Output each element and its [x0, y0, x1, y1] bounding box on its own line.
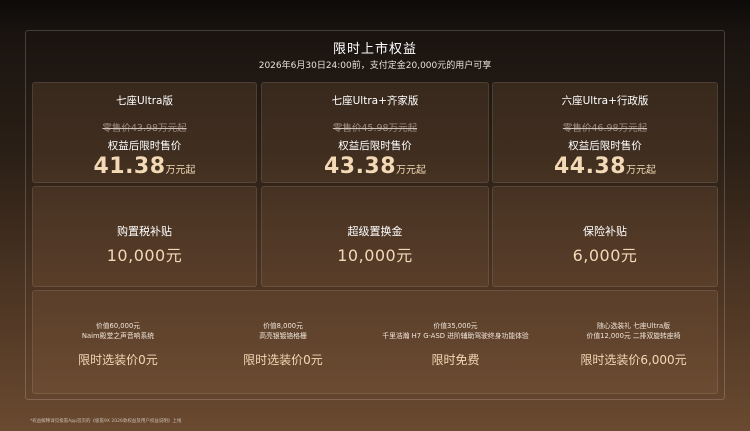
limited-price: 43.38万元起: [262, 154, 488, 179]
after-benefit-label: 权益后限时售价: [338, 140, 412, 152]
price-unit: 万元起: [626, 165, 657, 176]
subsidy-label: 购置税补贴: [117, 225, 172, 238]
option-chrome-grille: 价值8,000元 高亮银镀铬格栅 限时选装价0元: [203, 291, 363, 368]
option-name: 千里浩瀚 H7 G-ASD 进阶辅助驾驶终身功能体验: [382, 332, 529, 340]
retail-price: 零售价43.98万元起: [102, 123, 187, 134]
price-card-seven-ultra-plus: 七座Ultra+齐家版 零售价45.98万元起 权益后限时售价 43.38万元起: [261, 82, 489, 183]
after-benefit-label: 权益后限时售价: [107, 140, 182, 152]
model-name: 七座Ultra+齐家版: [331, 95, 419, 107]
option-name: Naim殿堂之声音响系统: [81, 332, 155, 340]
model-name: 七座Ultra版: [116, 95, 173, 107]
subsidy-card-purchase-tax: 购置税补贴 10,000元: [32, 186, 257, 287]
options-panel: 价值60,000元 Naim殿堂之声音响系统 限时选装价0元 价值8,000元 …: [32, 290, 718, 394]
option-offer: 限时选装价0元: [243, 353, 323, 367]
limited-price: 44.38万元起: [493, 154, 717, 179]
price-unit: 万元起: [165, 165, 196, 176]
subsidy-amount: 10,000元: [337, 246, 413, 265]
option-value: 价值60,000元: [95, 322, 141, 330]
retail-price: 零售价45.98万元起: [332, 123, 418, 134]
page-title: 限时上市权益: [332, 42, 417, 57]
price-card-seven-ultra: 七座Ultra版 零售价43.98万元起 权益后限时售价 41.38万元起: [32, 82, 257, 183]
option-name: 价值12,000元 二排双旋转座椅: [586, 332, 681, 340]
option-value: 价值8,000元: [263, 322, 303, 330]
subsidy-label: 超级置换金: [347, 225, 403, 238]
retail-price: 零售价46.98万元起: [562, 123, 648, 134]
option-rotating-seats: 随心选装礼 七座Ultra版 价值12,000元 二排双旋转座椅 限时选装价6,…: [548, 291, 719, 368]
model-name: 六座Ultra+行政版: [561, 95, 649, 107]
price-card-six-ultra-plus: 六座Ultra+行政版 零售价46.98万元起 权益后限时售价 44.38万元起: [492, 82, 718, 183]
option-offer: 限时免费: [431, 353, 480, 367]
price-number: 41.38: [93, 154, 166, 179]
subsidy-label: 保险补贴: [583, 225, 627, 238]
option-offer: 限时选装价0元: [78, 353, 158, 367]
option-driving-assist: 价值35,000元 千里浩瀚 H7 G-ASD 进阶辅助驾驶终身功能体验 限时免…: [363, 291, 548, 368]
limited-price: 41.38万元起: [33, 154, 256, 179]
option-value: 随心选装礼 七座Ultra版: [596, 322, 671, 330]
footnote: *权益解释详见极氪App首页的《极氪9X 2026款权益及用户权益说明》上线: [30, 419, 182, 424]
price-unit: 万元起: [396, 165, 427, 176]
option-name: 高亮银镀铬格栅: [259, 332, 307, 340]
subsidy-card-trade-in: 超级置换金 10,000元: [261, 186, 489, 287]
option-offer: 限时选装价6,000元: [580, 353, 687, 367]
subsidy-amount: 6,000元: [572, 246, 638, 265]
option-value: 价值35,000元: [433, 322, 478, 330]
price-number: 43.38: [323, 154, 397, 179]
option-naim-audio: 价值60,000元 Naim殿堂之声音响系统 限时选装价0元: [33, 291, 203, 368]
page-subtitle: 2026年6月30日24:00前，支付定金20,000元的用户可享: [258, 61, 492, 71]
price-number: 44.38: [553, 154, 627, 179]
subsidy-card-insurance: 保险补贴 6,000元: [492, 186, 718, 287]
subsidy-amount: 10,000元: [106, 246, 183, 265]
after-benefit-label: 权益后限时售价: [568, 140, 642, 152]
